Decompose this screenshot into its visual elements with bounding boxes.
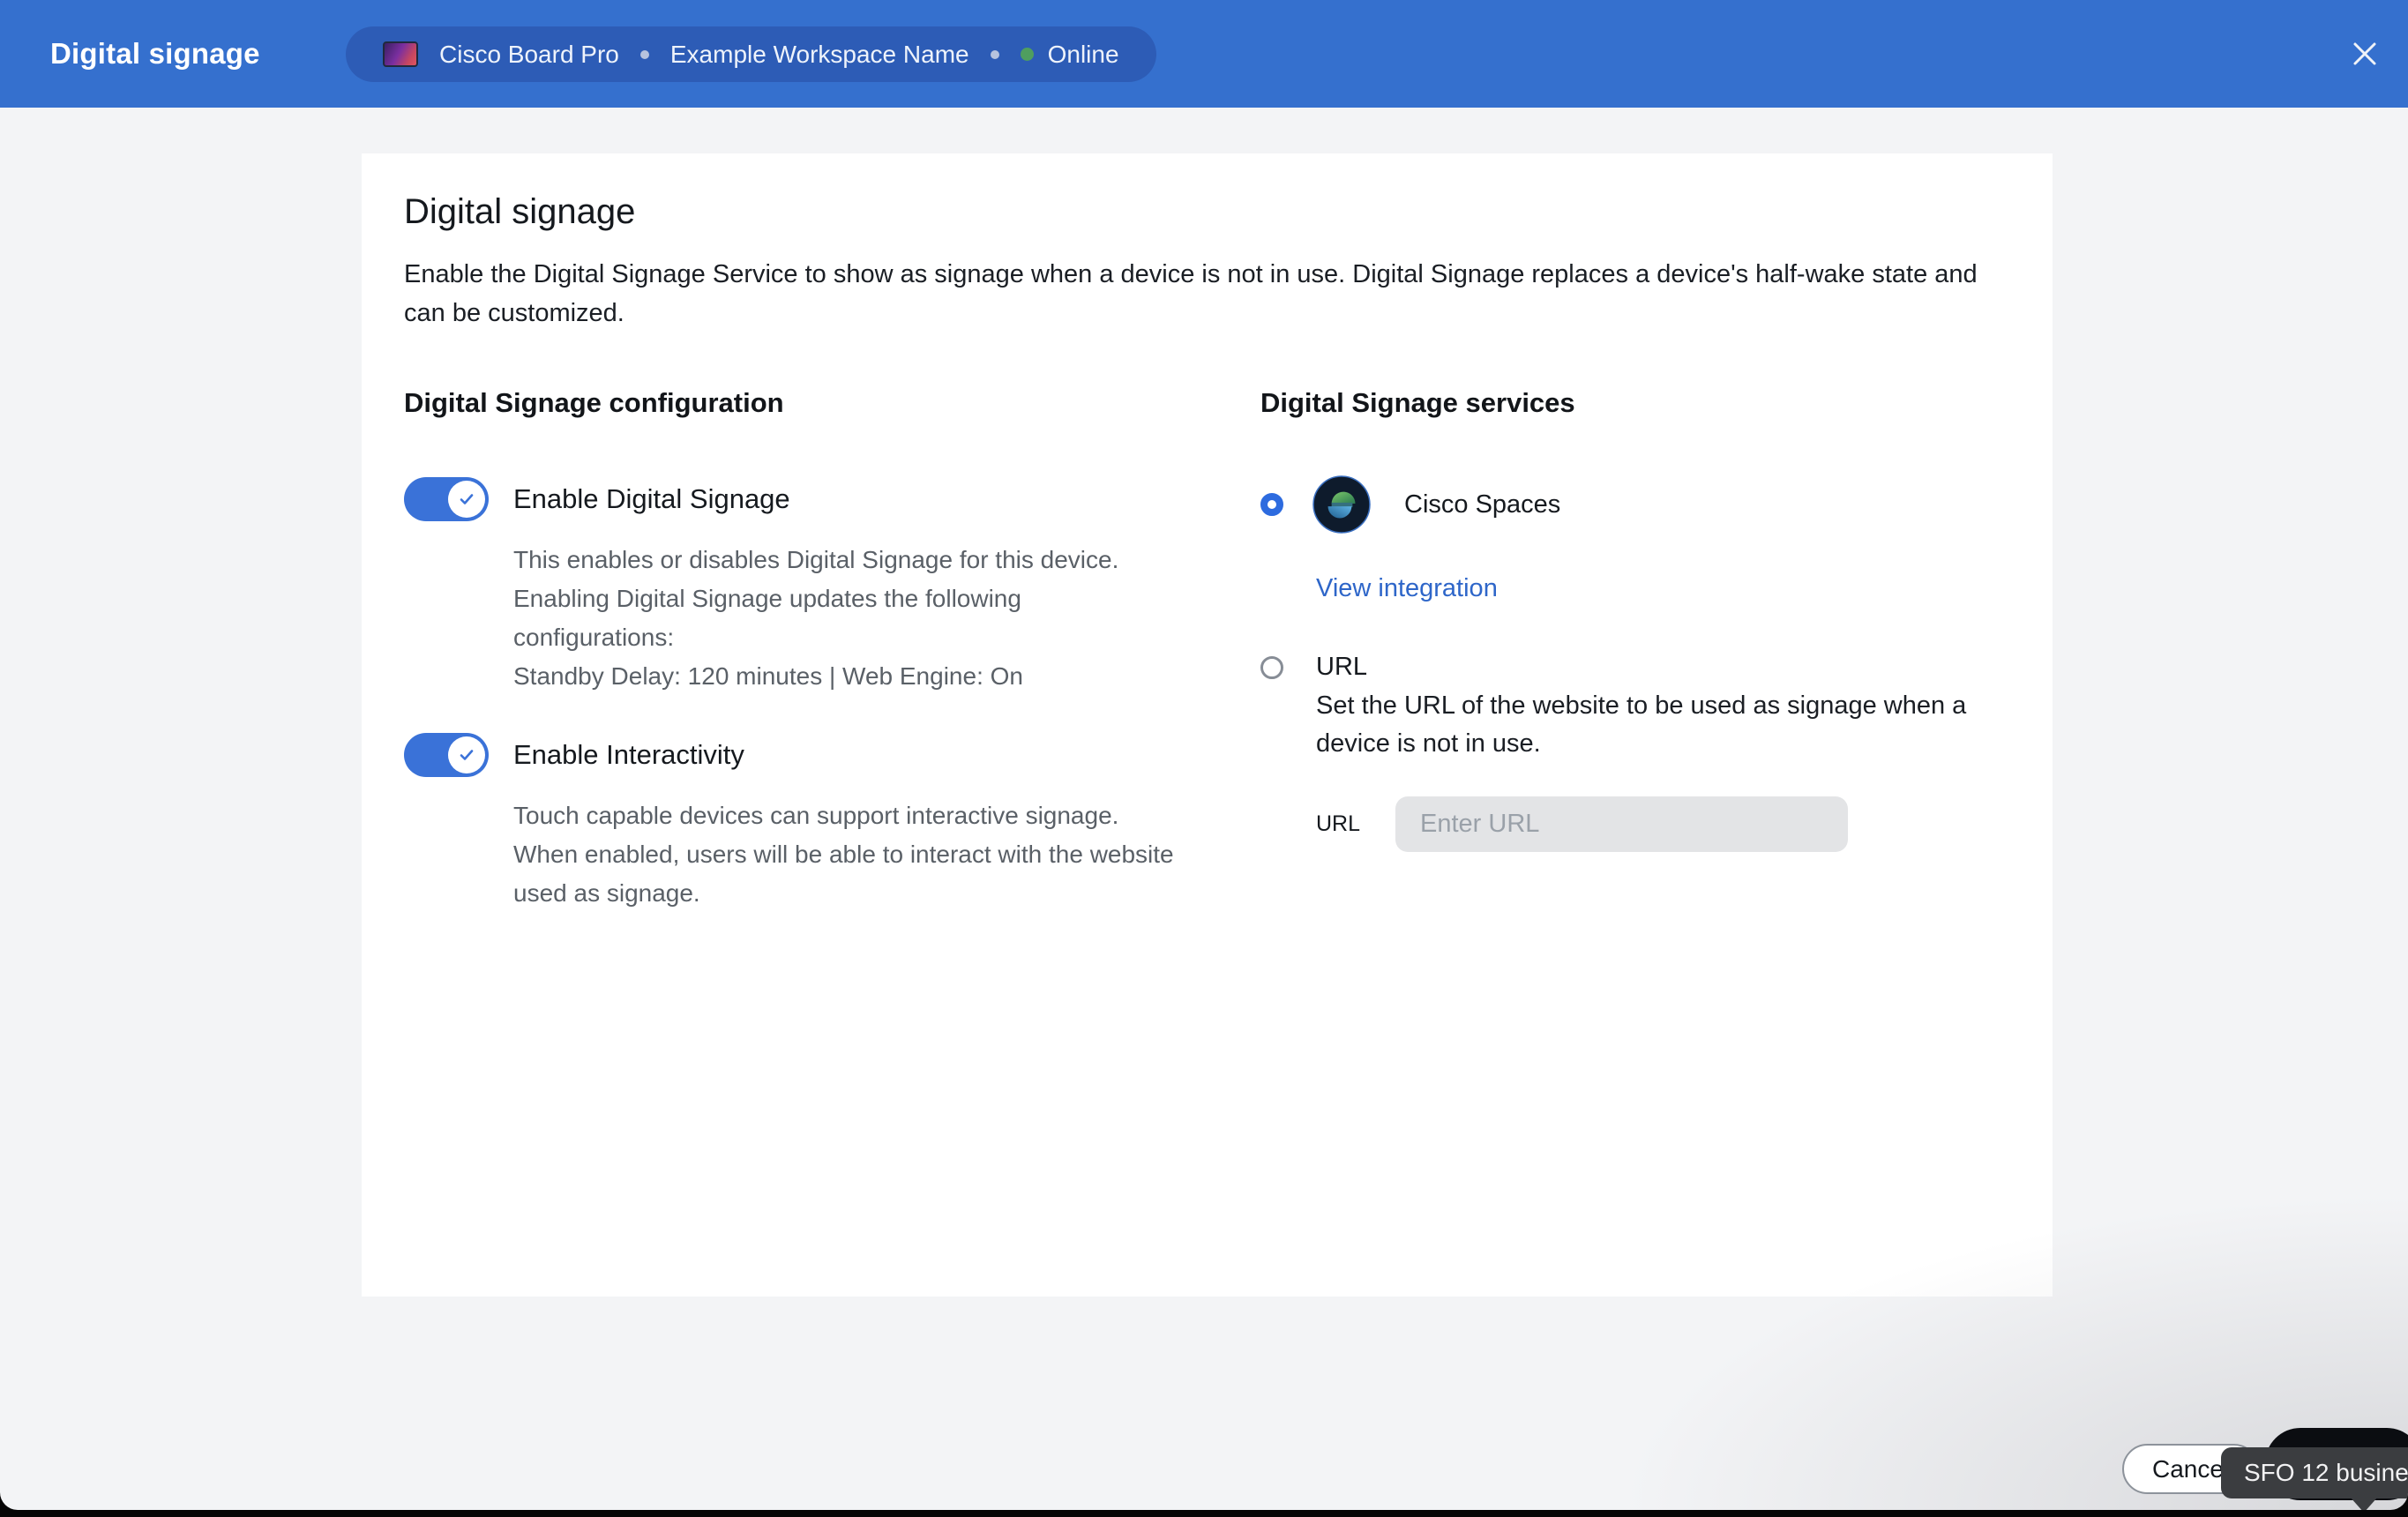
panel-description: Enable the Digital Signage Service to sh…	[404, 255, 1992, 333]
close-icon[interactable]	[2343, 32, 2387, 76]
enable-interactivity-toggle[interactable]	[404, 733, 489, 777]
enable-digital-signage-row: Enable Digital Signage	[404, 477, 1260, 521]
toggle-description: Touch capable devices can support intera…	[513, 796, 1185, 913]
toggle-knob	[448, 481, 485, 518]
configuration-section-title: Digital Signage configuration	[404, 387, 1260, 419]
header-bar: Digital signage Cisco Board Pro Example …	[0, 0, 2408, 108]
device-context-pill[interactable]: Cisco Board Pro Example Workspace Name O…	[346, 26, 1156, 82]
toggle-label: Enable Interactivity	[513, 739, 744, 771]
cisco-spaces-logo-icon	[1312, 475, 1371, 534]
services-column: Digital Signage services	[1260, 387, 2010, 913]
check-icon	[456, 489, 477, 510]
panel-title: Digital signage	[404, 192, 2010, 232]
status-badge: Online	[1048, 41, 1119, 69]
option-label: URL	[1316, 653, 1367, 682]
tooltip-caret-icon	[2350, 1497, 2378, 1510]
url-option-description: Set the URL of the website to be used as…	[1316, 687, 2010, 763]
cisco-spaces-option-row: Cisco Spaces	[1260, 475, 2010, 534]
services-section-title: Digital Signage services	[1260, 387, 2010, 419]
view-integration-link[interactable]: View integration	[1316, 574, 1498, 603]
separator-dot-icon	[640, 50, 649, 59]
url-input-row: URL	[1316, 796, 2010, 852]
page-title: Digital signage	[50, 0, 260, 108]
option-label: Cisco Spaces	[1404, 490, 1560, 519]
check-icon	[456, 744, 477, 766]
enable-digital-signage-toggle[interactable]	[404, 477, 489, 521]
toggle-description: This enables or disables Digital Signage…	[513, 541, 1185, 657]
enable-interactivity-row: Enable Interactivity	[404, 733, 1260, 777]
online-status-icon	[1021, 48, 1034, 61]
tooltip: SFO 12 busines	[2221, 1447, 2408, 1498]
url-option-row: URL	[1260, 653, 2010, 682]
device-name: Cisco Board Pro	[439, 41, 619, 69]
separator-dot-icon	[991, 50, 999, 59]
configuration-column: Digital Signage configuration Enable Dig…	[404, 387, 1260, 913]
workspace-name: Example Workspace Name	[670, 41, 969, 69]
toggle-config-line: Standby Delay: 120 minutes | Web Engine:…	[513, 657, 1185, 696]
url-input-label: URL	[1316, 811, 1360, 837]
cisco-spaces-radio[interactable]	[1260, 493, 1283, 516]
app-window: Digital signage Cisco Board Pro Example …	[0, 0, 2408, 1517]
digital-signage-panel: Digital signage Enable the Digital Signa…	[362, 153, 2053, 1297]
url-input[interactable]	[1395, 796, 1848, 852]
page-surface: Digital signage Cisco Board Pro Example …	[0, 0, 2408, 1510]
toggle-knob	[448, 736, 485, 773]
device-board-icon	[383, 41, 418, 67]
toggle-label: Enable Digital Signage	[513, 483, 790, 515]
url-radio[interactable]	[1260, 656, 1283, 679]
